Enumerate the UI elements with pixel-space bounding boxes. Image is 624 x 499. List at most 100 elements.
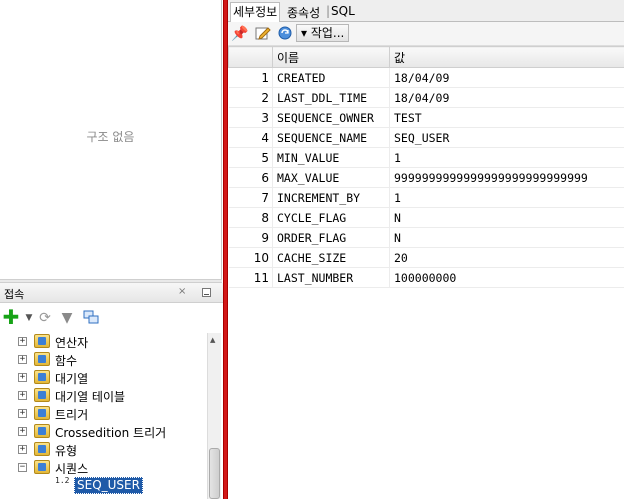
table-row[interactable]: 9 ORDER_FLAG N <box>228 227 624 248</box>
property-name-cell[interactable]: MAX_VALUE <box>272 167 390 188</box>
property-name-cell[interactable]: MIN_VALUE <box>272 147 390 168</box>
property-value-cell[interactable]: 20 <box>389 247 624 268</box>
expand-icon[interactable]: + <box>18 409 27 418</box>
refresh-icon[interactable]: ⟳ <box>36 309 54 327</box>
connections-header: 접속 × <box>0 283 223 303</box>
table-row[interactable]: 7 INCREMENT_BY 1 <box>228 187 624 208</box>
sequence-icon: 1.2 <box>55 476 70 485</box>
property-value-cell[interactable]: 9999999999999999999999999999 <box>389 167 624 188</box>
row-number: 6 <box>228 167 273 188</box>
folder-badge-icon <box>38 463 46 471</box>
tree-node[interactable]: + 함수 <box>0 351 205 369</box>
table-row[interactable]: 3 SEQUENCE_OWNER TEST <box>228 107 624 128</box>
tree-node-label: 대기열 <box>55 372 89 386</box>
table-row[interactable]: 1 CREATED 18/04/09 <box>228 67 624 88</box>
tree-node[interactable]: + Crossedition 트리거 <box>0 423 205 441</box>
column-header-value[interactable]: 값 <box>389 46 624 68</box>
property-name-cell[interactable]: LAST_DDL_TIME <box>272 87 390 108</box>
folder-badge-icon <box>38 355 46 363</box>
folder-badge-icon <box>38 373 46 381</box>
structure-empty-message: 구조 없음 <box>86 130 135 144</box>
property-name-cell[interactable]: CYCLE_FLAG <box>272 207 390 228</box>
expand-icon[interactable]: + <box>18 445 27 454</box>
row-number: 10 <box>228 247 273 268</box>
row-number: 11 <box>228 267 273 288</box>
table-row[interactable]: 11 LAST_NUMBER 100000000 <box>228 267 624 288</box>
property-name-cell[interactable]: CACHE_SIZE <box>272 247 390 268</box>
folder-badge-icon <box>38 409 46 417</box>
table-row[interactable]: 8 CYCLE_FLAG N <box>228 207 624 228</box>
tree-node[interactable]: + 대기열 <box>0 369 205 387</box>
tree-node[interactable]: − 시퀀스 <box>0 459 205 477</box>
folder-badge-icon <box>38 391 46 399</box>
tree-node-label: 함수 <box>55 354 78 368</box>
queue-table-folder-icon <box>34 388 50 402</box>
table-row[interactable]: 4 SEQUENCE_NAME SEQ_USER <box>228 127 624 148</box>
expand-icon[interactable]: + <box>18 373 27 382</box>
property-value-cell[interactable]: 18/04/09 <box>389 67 624 88</box>
property-value-cell[interactable]: 1 <box>389 147 624 168</box>
tree-node[interactable]: + 대기열 테이블 <box>0 387 205 405</box>
property-value-cell[interactable]: SEQ_USER <box>389 127 624 148</box>
tab-dependencies[interactable]: 종속성 <box>287 4 320 21</box>
tree-node-label: 연산자 <box>55 336 89 350</box>
filter-icon[interactable]: ▼ <box>58 309 76 327</box>
row-number: 7 <box>228 187 273 208</box>
expand-icon[interactable]: + <box>18 355 27 364</box>
property-value-cell[interactable]: 18/04/09 <box>389 87 624 108</box>
table-row[interactable]: 10 CACHE_SIZE 20 <box>228 247 624 268</box>
row-number: 9 <box>228 227 273 248</box>
add-connection-icon[interactable]: ✚ <box>2 307 20 327</box>
collapse-icon[interactable]: − <box>18 463 27 472</box>
row-number: 1 <box>228 67 273 88</box>
tree-node-label: 유형 <box>55 444 78 458</box>
row-number: 4 <box>228 127 273 148</box>
edit-icon[interactable] <box>254 25 272 43</box>
scroll-up-icon[interactable]: ▲ <box>210 336 215 344</box>
property-value-cell[interactable]: 100000000 <box>389 267 624 288</box>
type-folder-icon <box>34 442 50 456</box>
detail-tabs: 세부정보 종속성 | SQL <box>228 0 624 22</box>
property-value-cell[interactable]: TEST <box>389 107 624 128</box>
tree-node-label: Crossedition 트리거 <box>55 426 167 440</box>
tab-details[interactable]: 세부정보 <box>230 2 281 22</box>
table-row[interactable]: 2 LAST_DDL_TIME 18/04/09 <box>228 87 624 108</box>
row-number: 5 <box>228 147 273 168</box>
properties-grid: 이름 값 1 CREATED 18/04/09 2 LAST_DDL_TIME 18/04… <box>228 46 624 288</box>
property-name-cell[interactable]: ORDER_FLAG <box>272 227 390 248</box>
operator-folder-icon <box>34 334 50 348</box>
close-icon[interactable]: × <box>178 286 186 297</box>
property-name-cell[interactable]: SEQUENCE_OWNER <box>272 107 390 128</box>
column-header-name[interactable]: 이름 <box>272 46 390 68</box>
minimize-icon[interactable] <box>202 288 211 297</box>
table-row[interactable]: 5 MIN_VALUE 1 <box>228 147 624 168</box>
schema-browser-icon[interactable] <box>82 309 100 327</box>
table-row[interactable]: 6 MAX_VALUE 9999999999999999999999999999 <box>228 167 624 188</box>
expand-icon[interactable]: + <box>18 427 27 436</box>
crossedition-trigger-folder-icon <box>34 424 50 438</box>
property-name-cell[interactable]: CREATED <box>272 67 390 88</box>
expand-icon[interactable]: + <box>18 391 27 400</box>
tree-scrollbar[interactable]: ▲ <box>207 333 221 499</box>
expand-icon[interactable]: + <box>18 337 27 346</box>
tree-node[interactable]: + 유형 <box>0 441 205 459</box>
property-name-cell[interactable]: LAST_NUMBER <box>272 267 390 288</box>
sequence-folder-icon <box>34 460 50 474</box>
queue-folder-icon <box>34 370 50 384</box>
property-value-cell[interactable]: N <box>389 207 624 228</box>
property-name-cell[interactable]: SEQUENCE_NAME <box>272 127 390 148</box>
property-name-cell[interactable]: INCREMENT_BY <box>272 187 390 208</box>
tree-node[interactable]: + 연산자 <box>0 333 205 351</box>
tree-node[interactable]: + 트리거 <box>0 405 205 423</box>
property-value-cell[interactable]: 1 <box>389 187 624 208</box>
actions-dropdown[interactable]: ▾ 작업... <box>296 24 350 42</box>
tab-separator: | <box>326 4 331 18</box>
row-number: 8 <box>228 207 273 228</box>
tab-sql[interactable]: SQL <box>331 4 355 18</box>
row-number: 3 <box>228 107 273 128</box>
pin-icon[interactable]: 📌 <box>231 25 249 43</box>
folder-badge-icon <box>38 427 46 435</box>
refresh-icon[interactable] <box>276 25 294 43</box>
scrollbar-thumb[interactable] <box>209 448 220 499</box>
property-value-cell[interactable]: N <box>389 227 624 248</box>
